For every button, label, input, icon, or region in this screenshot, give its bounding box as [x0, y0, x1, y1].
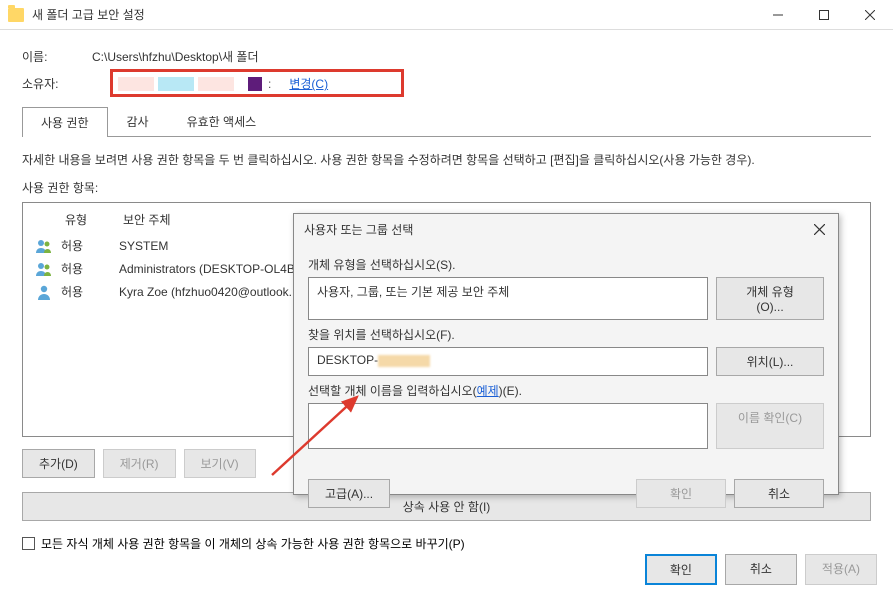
group-icon [35, 261, 53, 277]
ok-button[interactable]: 확인 [645, 554, 717, 585]
dialog-ok-button: 확인 [636, 479, 726, 508]
location-field: DESKTOP- [308, 347, 708, 376]
location-label: 찾을 위치를 선택하십시오(F). [308, 326, 824, 343]
check-names-button: 이름 확인(C) [716, 403, 824, 449]
dialog-body: 개체 유형을 선택하십시오(S). 사용자, 그룹, 또는 기본 제공 보안 주… [294, 244, 838, 461]
group-icon [35, 238, 53, 254]
list-header: 사용 권한 항목: [22, 179, 871, 196]
dialog-cancel-button[interactable]: 취소 [734, 479, 824, 508]
minimize-button[interactable] [755, 0, 801, 30]
dialog-titlebar: 사용자 또는 그룹 선택 [294, 214, 838, 244]
apply-button: 적용(A) [805, 554, 877, 585]
col-type: 유형 [65, 211, 123, 228]
description-text: 자세한 내용을 보려면 사용 권한 항목을 두 번 클릭하십시오. 사용 권한 … [22, 151, 871, 169]
object-name-label: 선택할 개체 이름을 입력하십시오(예제)(E). [308, 382, 824, 399]
checkbox-icon[interactable] [22, 537, 35, 550]
replace-children-label: 모든 자식 개체 사용 권한 항목을 이 개체의 상속 가능한 사용 권한 항목… [41, 535, 465, 552]
dialog-title: 사용자 또는 그룹 선택 [304, 221, 413, 238]
row-type: 허용 [61, 283, 119, 300]
row-type: 허용 [61, 237, 119, 254]
examples-link[interactable]: 예제 [477, 384, 499, 398]
advanced-button[interactable]: 고급(A)... [308, 479, 390, 508]
tab-permissions[interactable]: 사용 권한 [22, 107, 108, 137]
object-name-input[interactable] [308, 403, 708, 449]
tab-effective-access[interactable]: 유효한 액세스 [168, 106, 276, 136]
tab-auditing[interactable]: 감사 [108, 106, 168, 136]
footer-buttons: 확인 취소 적용(A) [645, 554, 877, 585]
cancel-button[interactable]: 취소 [725, 554, 797, 585]
path-value: C:\Users\hfzhu\Desktop\새 폴더 [92, 48, 259, 65]
redacted-text [378, 355, 430, 367]
window-controls [755, 0, 893, 30]
dialog-footer: 고급(A)... 확인 취소 [294, 479, 838, 520]
object-type-field: 사용자, 그룹, 또는 기본 제공 보안 주체 [308, 277, 708, 320]
maximize-button[interactable] [801, 0, 847, 30]
select-user-dialog: 사용자 또는 그룹 선택 개체 유형을 선택하십시오(S). 사용자, 그룹, … [293, 213, 839, 495]
row-type: 허용 [61, 260, 119, 277]
tabs: 사용 권한 감사 유효한 액세스 [22, 106, 871, 137]
owner-row: 소유자: : 변경(C) [22, 75, 871, 92]
window-title: 새 폴더 고급 보안 설정 [32, 6, 755, 23]
name-row: 이름: C:\Users\hfzhu\Desktop\새 폴더 [22, 48, 871, 65]
view-button: 보기(V) [184, 449, 256, 478]
add-button[interactable]: 추가(D) [22, 449, 95, 478]
user-icon [35, 284, 53, 300]
owner-highlight [110, 69, 404, 97]
name-label: 이름: [22, 48, 92, 65]
replace-children-row[interactable]: 모든 자식 개체 사용 권한 항목을 이 개체의 상속 가능한 사용 권한 항목… [22, 535, 871, 552]
object-types-button[interactable]: 개체 유형(O)... [716, 277, 824, 320]
dialog-close-button[interactable] [810, 220, 828, 238]
remove-button: 제거(R) [103, 449, 176, 478]
object-type-label: 개체 유형을 선택하십시오(S). [308, 256, 824, 273]
titlebar: 새 폴더 고급 보안 설정 [0, 0, 893, 30]
close-button[interactable] [847, 0, 893, 30]
folder-icon [8, 8, 24, 22]
locations-button[interactable]: 위치(L)... [716, 347, 824, 376]
owner-label: 소유자: [22, 75, 92, 92]
